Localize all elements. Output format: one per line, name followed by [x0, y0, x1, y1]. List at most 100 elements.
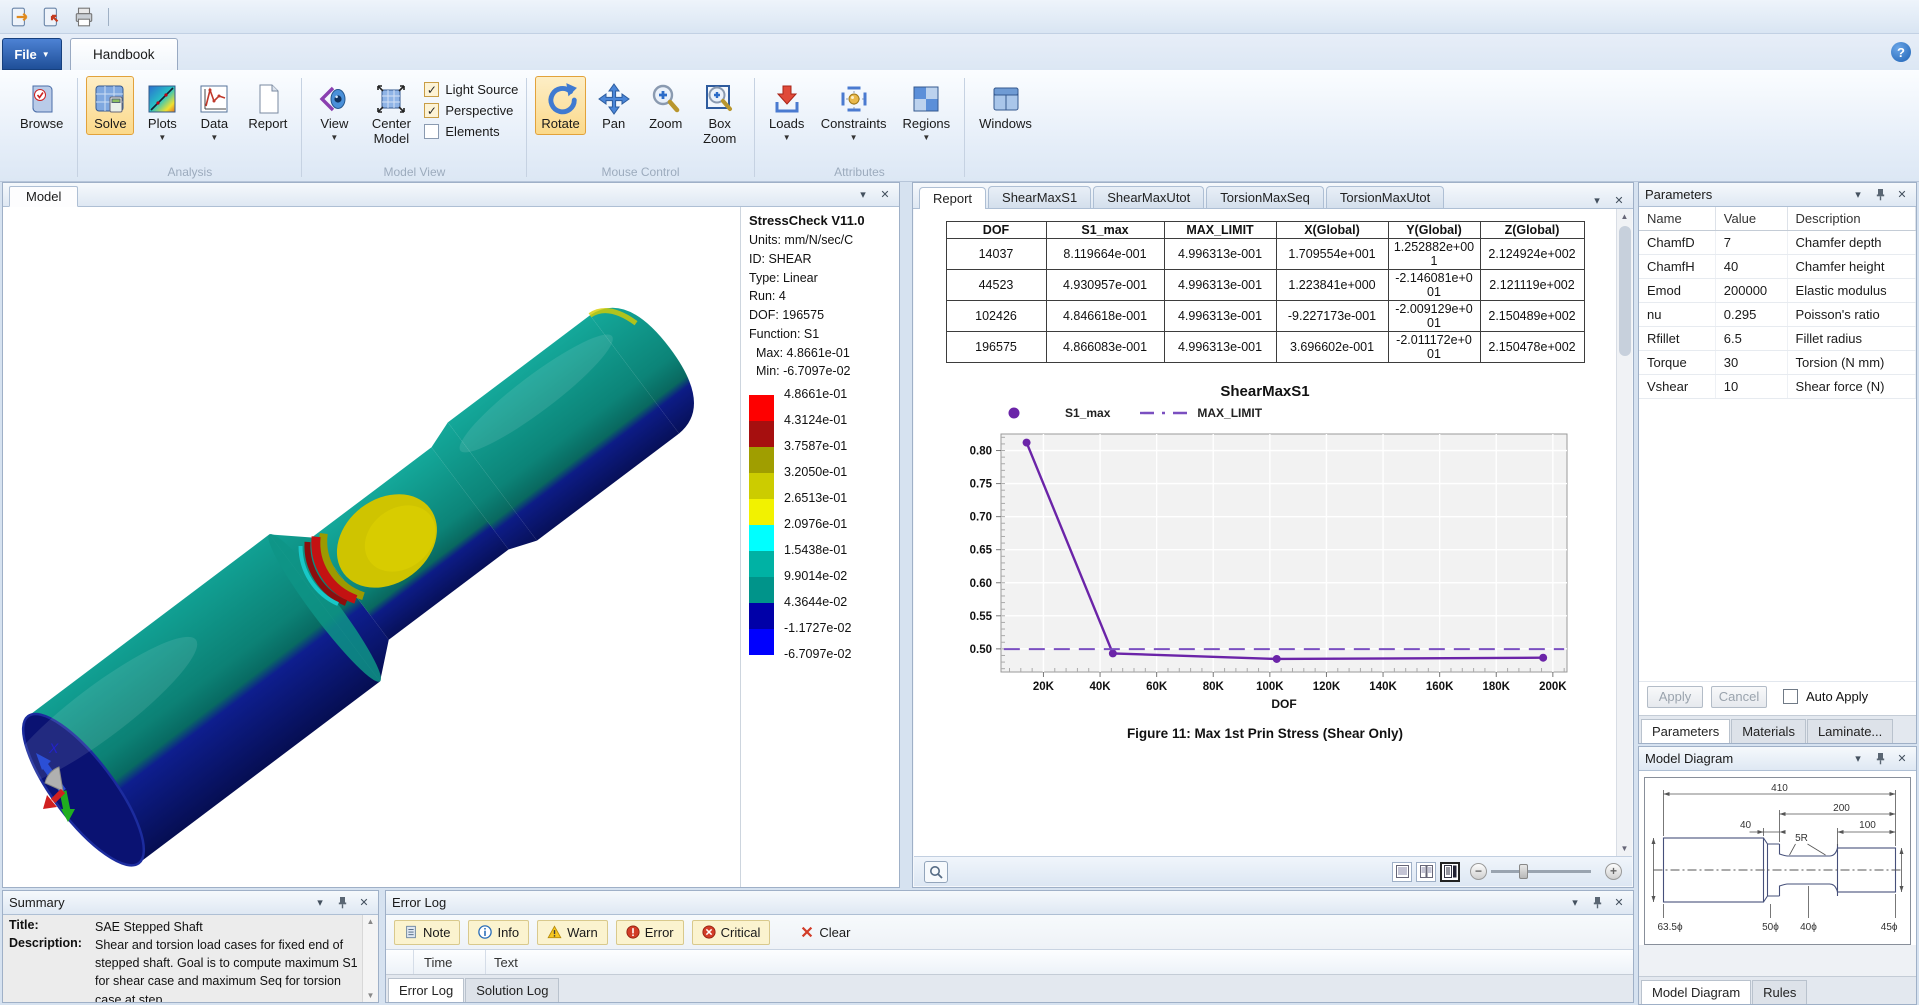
summary-scrollbar[interactable]: ▲ ▼: [362, 915, 378, 1002]
parameter-row[interactable]: Vshear10Shear force (N): [1639, 375, 1916, 399]
regions-button[interactable]: Regions ▼: [896, 76, 956, 145]
panel-menu-icon[interactable]: ▾: [855, 187, 871, 203]
parameter-value[interactable]: 200000: [1715, 279, 1787, 303]
report-table-row[interactable]: 140378.119664e-0014.996313e-0011.709554e…: [946, 239, 1584, 270]
pan-button[interactable]: Pan: [590, 76, 638, 135]
report-table-row[interactable]: 1965754.866083e-0014.996313e-0013.696602…: [946, 332, 1584, 363]
report-tab-shearmaxs1[interactable]: ShearMaxS1: [988, 186, 1091, 208]
print-icon[interactable]: [72, 5, 96, 29]
rotate-button[interactable]: Rotate: [535, 76, 585, 135]
checkbox-light-source[interactable]: ✓ Light Source: [424, 82, 518, 97]
parameter-value[interactable]: 30: [1715, 351, 1787, 375]
panel-menu-icon[interactable]: ▾: [1850, 751, 1866, 767]
checkbox-perspective[interactable]: ✓ Perspective: [424, 103, 518, 118]
parameters-column-header[interactable]: Name: [1639, 207, 1715, 231]
plots-button[interactable]: Plots ▼: [138, 76, 186, 145]
report-button[interactable]: Report: [242, 76, 293, 135]
tab-parameters[interactable]: Parameters: [1641, 719, 1730, 743]
column-header-text[interactable]: Text: [486, 955, 518, 970]
panel-menu-icon[interactable]: ▾: [1850, 187, 1866, 203]
file-menu-button[interactable]: File ▼: [2, 38, 62, 70]
scroll-up-icon[interactable]: ▲: [1621, 209, 1629, 224]
tab-error-log[interactable]: Error Log: [388, 978, 464, 1002]
scroll-down-icon[interactable]: ▼: [1621, 841, 1629, 856]
critical-filter-button[interactable]: Critical: [692, 920, 771, 945]
zoom-slider-thumb[interactable]: [1519, 864, 1528, 879]
two-page-view-button[interactable]: [1416, 862, 1436, 882]
report-table-row[interactable]: 445234.930957e-0014.996313e-0011.223841e…: [946, 270, 1584, 301]
view-button[interactable]: View ▼: [310, 76, 358, 145]
close-icon[interactable]: ✕: [877, 187, 893, 203]
parameter-value[interactable]: 10: [1715, 375, 1787, 399]
solve-button[interactable]: Solve: [86, 76, 134, 135]
checkbox-elements[interactable]: Elements: [424, 124, 518, 139]
close-icon[interactable]: ✕: [1611, 192, 1627, 208]
error-filter-button[interactable]: Error: [616, 920, 684, 945]
parameters-column-header[interactable]: Value: [1715, 207, 1787, 231]
model-3d-viewport[interactable]: StressCheck V11.0 Units: mm/N/sec/CID: S…: [3, 207, 899, 887]
parameter-value[interactable]: 7: [1715, 231, 1787, 255]
zoom-out-button[interactable]: −: [1470, 863, 1487, 880]
tab-rules[interactable]: Rules: [1752, 980, 1807, 1004]
cancel-button[interactable]: Cancel: [1711, 686, 1767, 708]
zoom-button[interactable]: Zoom: [642, 76, 690, 135]
panel-menu-icon[interactable]: ▾: [1589, 192, 1605, 208]
scroll-up-icon[interactable]: ▲: [367, 917, 375, 926]
help-button[interactable]: ?: [1891, 42, 1911, 62]
tab-solution-log[interactable]: Solution Log: [465, 978, 559, 1002]
constraints-button[interactable]: Constraints ▼: [815, 76, 893, 145]
model-panel-title[interactable]: Model: [9, 186, 78, 207]
tab-laminate-[interactable]: Laminate...: [1807, 719, 1893, 743]
close-icon[interactable]: ✕: [1894, 751, 1910, 767]
panel-menu-icon[interactable]: ▾: [1567, 895, 1583, 911]
report-tab-report[interactable]: Report: [919, 187, 986, 209]
browse-button[interactable]: Browse: [14, 76, 69, 135]
close-icon[interactable]: ✕: [1894, 187, 1910, 203]
export-icon[interactable]: [40, 5, 64, 29]
find-button[interactable]: [924, 861, 948, 883]
single-page-view-button[interactable]: [1392, 862, 1412, 882]
column-header-time[interactable]: Time: [414, 950, 486, 974]
report-document[interactable]: DOFS1_maxMAX_LIMITX(Global)Y(Global)Z(Gl…: [914, 209, 1616, 856]
scrollbar-thumb[interactable]: [1619, 226, 1631, 356]
parameter-value[interactable]: 0.295: [1715, 303, 1787, 327]
import-icon[interactable]: [8, 5, 32, 29]
panel-menu-icon[interactable]: ▾: [312, 895, 328, 911]
parameter-row[interactable]: Rfillet6.5Fillet radius: [1639, 327, 1916, 351]
parameter-row[interactable]: ChamfD7Chamfer depth: [1639, 231, 1916, 255]
tab-materials[interactable]: Materials: [1731, 719, 1806, 743]
auto-apply-checkbox[interactable]: [1783, 689, 1798, 704]
warn-filter-button[interactable]: Warn: [537, 920, 608, 945]
parameter-row[interactable]: Emod200000Elastic modulus: [1639, 279, 1916, 303]
info-filter-button[interactable]: Info: [468, 920, 529, 945]
close-icon[interactable]: ✕: [1611, 895, 1627, 911]
parameter-row[interactable]: nu0.295Poisson's ratio: [1639, 303, 1916, 327]
report-tab-torsionmaxutot[interactable]: TorsionMaxUtot: [1326, 186, 1444, 208]
report-table-row[interactable]: 1024264.846618e-0014.996313e-001-9.22717…: [946, 301, 1584, 332]
tab-model-diagram[interactable]: Model Diagram: [1641, 980, 1751, 1004]
data-button[interactable]: Data ▼: [190, 76, 238, 145]
report-scrollbar[interactable]: ▲ ▼: [1616, 209, 1632, 856]
apply-button[interactable]: Apply: [1647, 686, 1703, 708]
close-icon[interactable]: ✕: [356, 895, 372, 911]
zoom-in-button[interactable]: +: [1605, 863, 1622, 880]
center-model-button[interactable]: Center Model: [362, 76, 420, 150]
loads-button[interactable]: Loads ▼: [763, 76, 811, 145]
pin-icon[interactable]: [1589, 895, 1605, 911]
parameter-value[interactable]: 40: [1715, 255, 1787, 279]
report-tab-torsionmaxseq[interactable]: TorsionMaxSeq: [1206, 186, 1324, 208]
clear-button[interactable]: Clear: [790, 920, 860, 945]
windows-button[interactable]: Windows: [973, 76, 1038, 135]
scroll-down-icon[interactable]: ▼: [367, 991, 375, 1000]
report-tab-shearmaxutot[interactable]: ShearMaxUtot: [1093, 186, 1204, 208]
box-zoom-button[interactable]: Box Zoom: [694, 76, 746, 150]
pin-icon[interactable]: [1872, 751, 1888, 767]
pin-icon[interactable]: [1872, 187, 1888, 203]
parameters-column-header[interactable]: Description: [1787, 207, 1915, 231]
note-filter-button[interactable]: Note: [394, 920, 460, 945]
tab-handbook[interactable]: Handbook: [70, 38, 178, 70]
parameter-row[interactable]: ChamfH40Chamfer height: [1639, 255, 1916, 279]
pin-icon[interactable]: [334, 895, 350, 911]
continuous-view-button[interactable]: [1440, 862, 1460, 882]
parameter-row[interactable]: Torque30Torsion (N mm): [1639, 351, 1916, 375]
